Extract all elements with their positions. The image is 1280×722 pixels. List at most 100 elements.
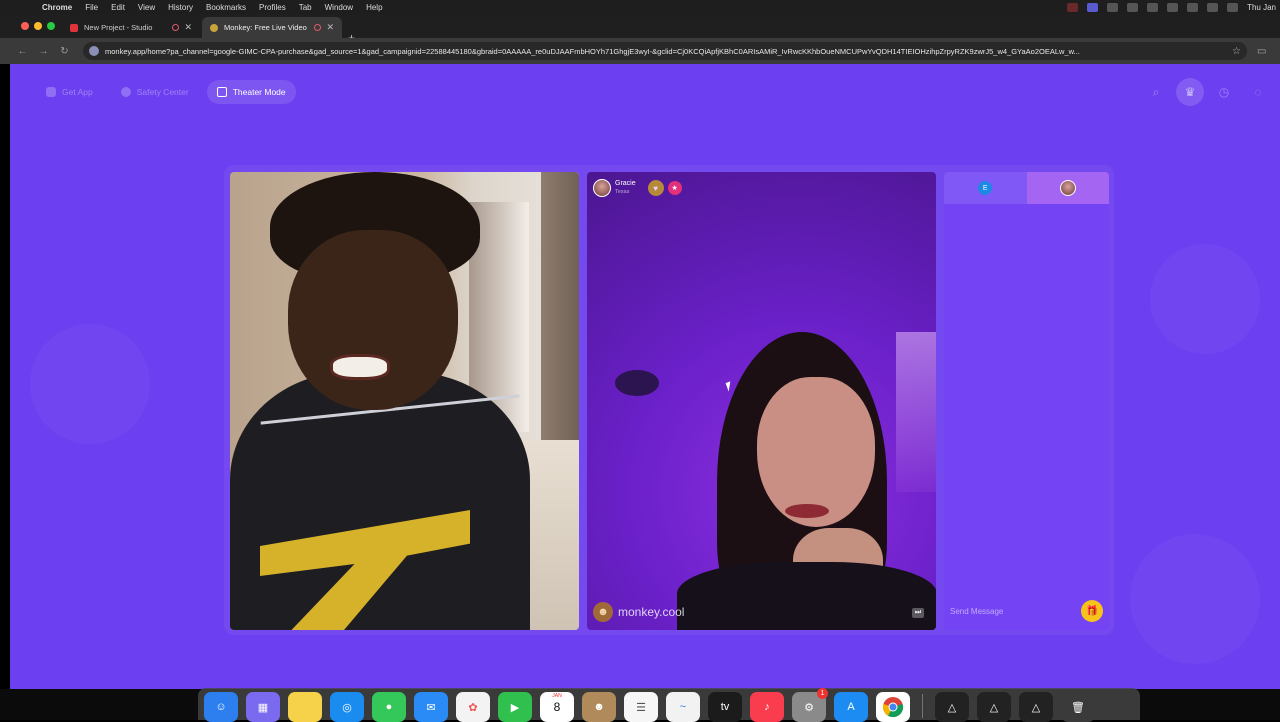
string-lights — [896, 332, 936, 492]
get-app-button[interactable]: Get App — [36, 80, 103, 104]
background-pattern — [1130, 534, 1260, 664]
messages-icon[interactable]: ◌ — [1244, 78, 1272, 106]
safety-center-button[interactable]: Safety Center — [111, 80, 199, 104]
app-shortcut-icon[interactable]: △ — [935, 692, 969, 722]
partner-info[interactable]: Gracie Texas ♥ ★ — [593, 178, 682, 198]
get-app-label: Get App — [62, 87, 93, 97]
mail-icon[interactable]: ✉ — [414, 692, 448, 722]
top-right-icons: ⌕ ♛ ◷ ◌ — [1142, 78, 1272, 106]
safari-icon[interactable]: ◎ — [330, 692, 364, 722]
notification-badge: 1 — [817, 688, 828, 699]
recording-indicator-icon — [172, 24, 180, 31]
tab-title: New Project - Studio — [84, 23, 153, 32]
chrome-icon[interactable] — [876, 692, 910, 722]
menu-bookmarks[interactable]: Bookmarks — [206, 3, 246, 12]
control-center-icon[interactable] — [1227, 2, 1239, 12]
music-icon[interactable]: ♪ — [750, 692, 784, 722]
calendar-icon[interactable]: JAN 8 — [540, 692, 574, 722]
self-participant-tab[interactable]: E — [944, 172, 1027, 204]
menu-file[interactable]: File — [85, 3, 98, 12]
calendar-day: 8 — [553, 700, 561, 714]
macos-menubar: Chrome File Edit View History Bookmarks … — [0, 0, 1280, 14]
app-status-icon[interactable] — [1067, 2, 1079, 12]
remote-video-feed: Gracie Texas ♥ ★ ☻ monkey.cool ⏭ — [587, 172, 936, 630]
browser-tab-strip: New Project - Studio ✕ Monkey: Free Live… — [0, 14, 1280, 45]
messages-icon[interactable]: ● — [372, 692, 406, 722]
macos-dock: ☺ ▦ ◎ ● ✉ ✿ ▶ JAN 8 ☻ ☰ ~ tv ♪ ⚙ 1 A △ △… — [198, 688, 1140, 722]
launchpad-icon[interactable]: ▦ — [246, 692, 280, 722]
site-info-icon[interactable] — [89, 46, 99, 56]
menu-history[interactable]: History — [168, 3, 193, 12]
url-text[interactable]: monkey.app/home?pa_channel=google-GIMC-C… — [105, 47, 1226, 56]
contacts-icon[interactable]: ☻ — [582, 692, 616, 722]
calendar-month: JAN — [552, 693, 562, 699]
facetime-icon[interactable]: ▶ — [498, 692, 532, 722]
ceiling-lamp — [615, 370, 659, 396]
address-bar[interactable]: monkey.app/home?pa_channel=google-GIMC-C… — [83, 42, 1247, 60]
expand-icon — [216, 87, 227, 97]
freeform-icon[interactable]: ~ — [666, 692, 700, 722]
tab-title: Monkey: Free Live Video — [224, 23, 307, 32]
studio-icon — [70, 23, 78, 32]
bookmark-star-icon[interactable]: ☆ — [1232, 46, 1241, 57]
heart-icon[interactable]: ♥ — [647, 180, 664, 196]
zoom-window-button[interactable] — [47, 22, 55, 30]
skip-next-icon[interactable]: ⏭ — [912, 608, 924, 618]
partner-name-block: Gracie Texas — [615, 180, 636, 196]
app-shortcut-icon[interactable]: △ — [1019, 692, 1053, 722]
local-video-feed — [230, 172, 579, 630]
search-icon[interactable] — [1207, 2, 1219, 12]
shield-icon — [120, 87, 131, 97]
app-shortcut-icon[interactable]: △ — [977, 692, 1011, 722]
forward-arrow-icon[interactable]: → — [33, 46, 54, 57]
moon-icon[interactable] — [1147, 2, 1159, 12]
history-icon[interactable]: ◷ — [1210, 78, 1238, 106]
menubar-clock[interactable]: Thu Jan — [1247, 3, 1276, 12]
keyboard-input-icon[interactable] — [1167, 2, 1179, 12]
person-mouth — [330, 354, 390, 380]
dock-separator — [922, 694, 923, 718]
record-icon[interactable] — [1127, 2, 1139, 12]
search-icon[interactable]: ⌕ — [1142, 78, 1170, 106]
top-nav: Get App Safety Center Theater Mode — [36, 80, 296, 104]
person-body — [677, 562, 936, 630]
wifi-icon[interactable] — [1187, 2, 1199, 12]
gift-icon[interactable]: ★ — [667, 181, 682, 195]
finder-icon[interactable]: ☺ — [204, 692, 238, 722]
close-tab-icon[interactable]: ✕ — [326, 22, 334, 33]
close-tab-icon[interactable]: ✕ — [184, 22, 192, 33]
avatar[interactable] — [593, 179, 611, 197]
side-panel-icon[interactable]: ▭ — [1257, 46, 1266, 57]
app-store-icon[interactable]: A — [834, 692, 868, 722]
tab-monkey[interactable]: Monkey: Free Live Video ✕ — [202, 17, 342, 38]
menu-app-name[interactable]: Chrome — [42, 3, 72, 12]
sync-icon[interactable] — [1107, 2, 1119, 12]
partner-participant-tab[interactable] — [1026, 172, 1109, 204]
back-arrow-icon[interactable]: ← — [12, 46, 33, 57]
recording-indicator-icon — [314, 24, 322, 31]
status-icons: Thu Jan — [1067, 2, 1280, 12]
crown-icon[interactable]: ♛ — [1176, 78, 1204, 106]
trash-icon[interactable]: 🗑 — [1061, 692, 1095, 722]
screen-share-icon[interactable] — [1087, 2, 1099, 12]
menu-tab[interactable]: Tab — [299, 3, 312, 12]
menu-window[interactable]: Window — [325, 3, 353, 12]
menu-view[interactable]: View — [138, 3, 155, 12]
send-gift-button[interactable]: 🎁 — [1081, 600, 1103, 622]
minimize-window-button[interactable] — [34, 22, 42, 30]
system-settings-icon[interactable]: ⚙ 1 — [792, 688, 828, 722]
tab-studio[interactable]: New Project - Studio ✕ — [62, 17, 200, 38]
apple-tv-icon[interactable]: tv — [708, 692, 742, 722]
menu-help[interactable]: Help — [366, 3, 382, 12]
reload-icon[interactable]: ↻ — [54, 46, 75, 57]
menu-profiles[interactable]: Profiles — [259, 3, 286, 12]
theater-mode-label: Theater Mode — [232, 87, 286, 97]
photos-icon[interactable]: ✿ — [456, 692, 490, 722]
menu-edit[interactable]: Edit — [111, 3, 125, 12]
theater-mode-button[interactable]: Theater Mode — [206, 80, 296, 104]
close-window-button[interactable] — [21, 22, 29, 30]
notes-icon[interactable] — [288, 692, 322, 722]
background-pattern — [1150, 244, 1260, 354]
send-message-input[interactable] — [950, 606, 1081, 616]
reminders-icon[interactable]: ☰ — [624, 692, 658, 722]
